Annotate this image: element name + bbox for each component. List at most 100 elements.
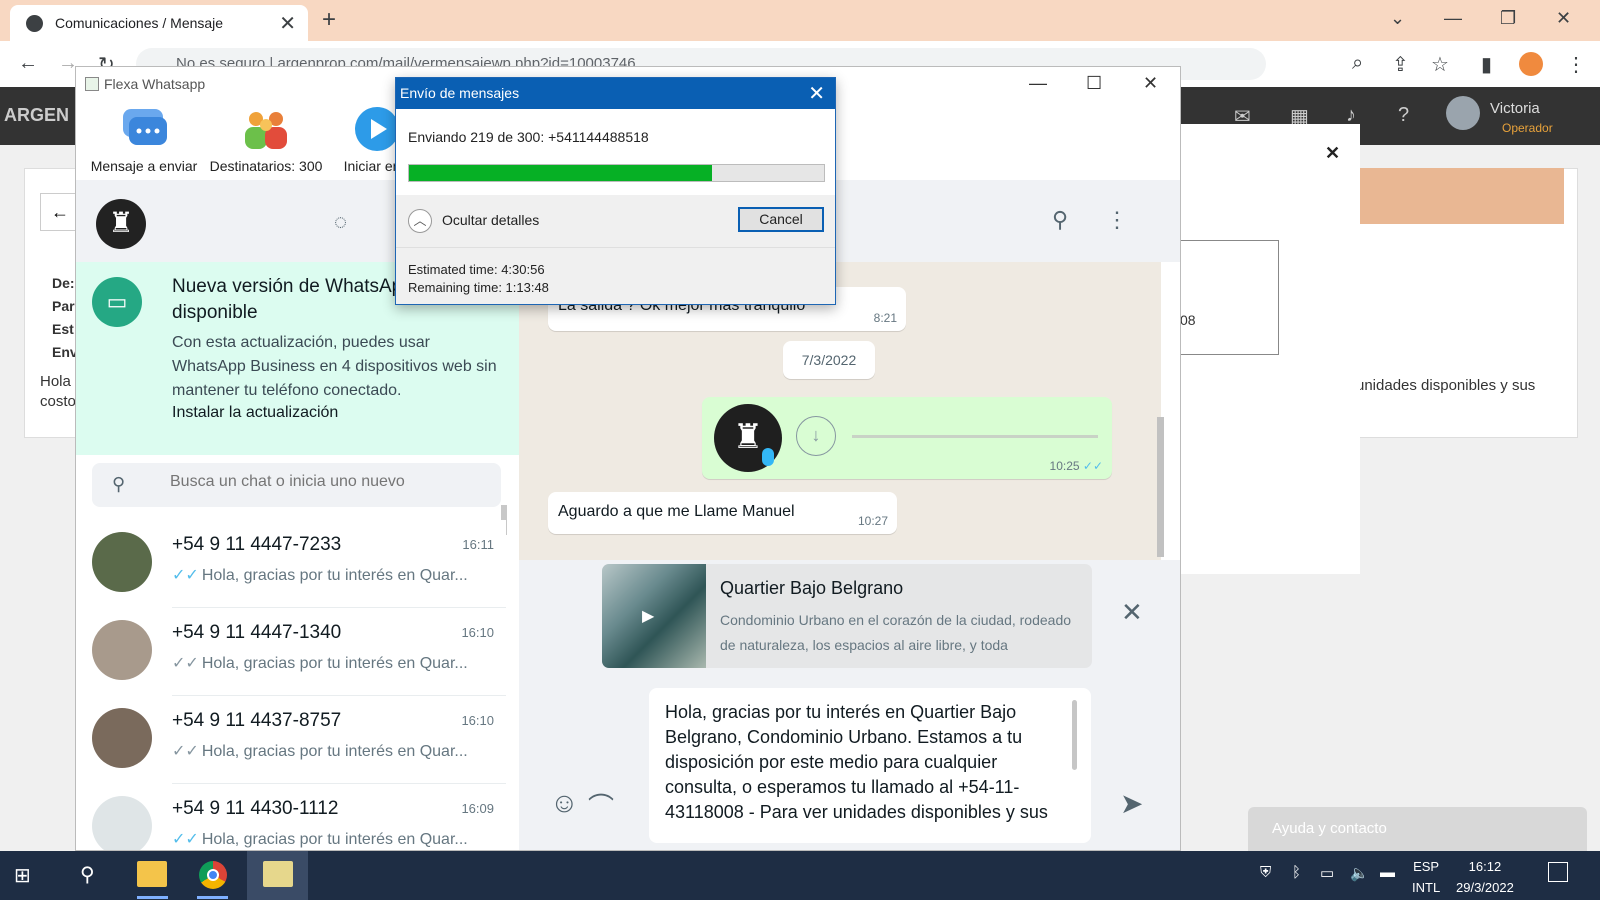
profile-avatar[interactable]: ♜ <box>96 199 146 249</box>
search-input[interactable] <box>170 473 490 491</box>
install-update-link[interactable]: Instalar la actualización <box>172 404 338 422</box>
system-clock[interactable]: 16:12 29/3/2022 <box>1456 856 1514 898</box>
tab-title: Comunicaciones / Mensaje <box>55 15 224 31</box>
details-row: ︿ Ocultar detalles Cancel <box>396 195 835 248</box>
user-role: Operador <box>1502 121 1553 135</box>
remaining-time: Remaining time: 1:13:48 <box>408 280 549 295</box>
estimated-time: Estimated time: 4:30:56 <box>408 262 545 277</box>
flexa-title: Flexa Whatsapp <box>104 76 206 92</box>
link-preview[interactable]: ▶ Quartier Bajo Belgrano Condominio Urba… <box>602 564 1092 668</box>
contact-avatar <box>92 796 152 850</box>
chat-bubbles-icon <box>123 109 167 145</box>
restore-button[interactable]: ❐ <box>1500 8 1516 29</box>
share-icon[interactable]: ⇪ <box>1392 52 1409 77</box>
message-text-partial: unidades disponibles y sus <box>1356 377 1536 394</box>
network-icon[interactable]: ▭ <box>1320 864 1334 882</box>
star-icon[interactable]: ☆ <box>1431 52 1449 77</box>
maximize-button[interactable]: ☐ <box>1086 73 1102 94</box>
emoji-icon[interactable]: ☺ <box>550 787 579 819</box>
preview-title: Quartier Bajo Belgrano <box>720 578 904 598</box>
minimize-button[interactable]: — <box>1029 73 1047 94</box>
security-shield-icon[interactable]: ⛨ <box>1260 864 1271 881</box>
modal-close-icon[interactable]: ✕ <box>1325 143 1340 164</box>
message-bubble: Aguardo a que me Llame Manuel 10:27 <box>548 492 897 534</box>
send-icon[interactable]: ➤ <box>1120 787 1143 820</box>
zoom-icon[interactable]: ⌕ <box>1352 52 1363 75</box>
close-icon[interactable]: ✕ <box>808 81 825 106</box>
notification-center-icon[interactable] <box>1548 862 1568 882</box>
hide-details-label[interactable]: Ocultar detalles <box>442 212 539 228</box>
chat-time: 16:10 <box>461 625 494 640</box>
field-label: Env <box>52 344 78 360</box>
user-name[interactable]: Victoria <box>1490 100 1540 117</box>
webapp-logo: ARGEN <box>4 105 70 125</box>
back-button[interactable]: ← <box>40 193 80 231</box>
input-language[interactable]: ESP INTL <box>1412 856 1440 898</box>
download-icon[interactable]: ↓ <box>796 416 836 456</box>
tab-close-icon[interactable]: ✕ <box>279 11 296 36</box>
cancel-button[interactable]: Cancel <box>738 207 824 232</box>
dialog-title: Envío de mensajes <box>400 85 520 101</box>
chevron-up-icon[interactable]: ︿ <box>408 209 432 233</box>
chat-preview: ✓✓ Hola, gracias por tu interés en Quar..… <box>172 743 468 760</box>
chat-row[interactable]: +54 9 11 4447-7233 16:11 ✓✓ Hola, gracias p… <box>76 520 506 608</box>
people-icon <box>245 112 287 149</box>
contact-name: +54 9 11 4437-8757 <box>172 710 342 731</box>
side-panel-icon[interactable]: ▮ <box>1481 52 1492 77</box>
search-icon: ⚲ <box>112 474 126 494</box>
close-window-button[interactable]: ✕ <box>1556 8 1571 29</box>
help-contact-bar[interactable]: Ayuda y contacto <box>1248 807 1587 851</box>
search-box[interactable]: ⚲ <box>92 463 501 507</box>
message-input[interactable]: Hola, gracias por tu interés en Quartier… <box>649 688 1091 843</box>
clock-date: 29/3/2022 <box>1456 880 1514 895</box>
close-preview-icon[interactable]: ✕ <box>1121 597 1143 628</box>
kebab-menu-icon[interactable]: ⋮ <box>1566 52 1586 77</box>
chrome-icon-center <box>207 869 219 881</box>
message-time: 8:21 <box>873 311 897 325</box>
help-label: Ayuda y contacto <box>1272 820 1387 837</box>
search-icon[interactable]: ⚲ <box>80 862 95 887</box>
chat-row[interactable]: +54 9 11 4437-8757 16:10 ✓✓ Hola, gracias p… <box>76 696 506 784</box>
attach-icon[interactable]: ⌒ <box>588 787 614 824</box>
minimize-button[interactable]: — <box>1444 8 1462 29</box>
running-indicator <box>197 896 228 899</box>
windows-start-icon[interactable]: ⊞ <box>14 863 31 888</box>
lang-layout: INTL <box>1412 880 1441 895</box>
volume-icon[interactable]: 🔈 <box>1350 864 1369 882</box>
message-to-send-button[interactable]: Mensaje a enviar <box>80 107 208 174</box>
user-avatar[interactable] <box>1446 96 1480 130</box>
back-arrow-icon[interactable]: ← <box>18 52 38 75</box>
message-input-text[interactable]: Hola, gracias por tu interés en Quartier… <box>665 700 1069 825</box>
double-check-icon: ✓✓ <box>172 567 199 584</box>
new-tab-button[interactable]: + <box>322 6 336 34</box>
contact-name: +54 9 11 4447-7233 <box>172 534 342 555</box>
message-text: Aguardo a que me Llame Manuel <box>558 503 795 520</box>
file-explorer-icon[interactable] <box>137 861 167 887</box>
input-scrollbar[interactable] <box>1072 700 1077 770</box>
profile-avatar[interactable] <box>1519 52 1543 76</box>
voice-message: ♜ ↓ 10:25 ✓✓ <box>702 397 1112 479</box>
search-icon[interactable]: ⚲ <box>1052 207 1068 233</box>
chat-row[interactable]: +54 9 11 4430-1112 16:09 ✓✓ Hola, gracias p… <box>76 784 506 850</box>
dialog-body: Enviando 219 de 300: +541144488518 <box>396 109 835 195</box>
conversation-scrollbar[interactable] <box>1157 417 1164 557</box>
double-check-icon: ✓✓ <box>172 655 199 672</box>
audio-track[interactable] <box>852 435 1098 438</box>
help-icon[interactable]: ? <box>1398 104 1409 127</box>
menu-icon[interactable]: ⋮ <box>1106 207 1128 233</box>
chevron-down-icon[interactable]: ⌄ <box>1390 8 1405 29</box>
chat-row[interactable]: +54 9 11 4447-1340 16:10 ✓✓ Hola, gracias p… <box>76 608 506 696</box>
time-estimates: Estimated time: 4:30:56 Remaining time: … <box>408 261 549 297</box>
globe-icon <box>26 15 43 32</box>
contact-avatar <box>92 532 152 592</box>
date-chip: 7/3/2022 <box>783 341 875 379</box>
message-time: 10:27 <box>857 514 888 528</box>
recipients-button[interactable]: Destinatarios: 300 <box>202 107 330 174</box>
status-icon[interactable]: ◌ <box>334 209 347 235</box>
chat-time: 16:10 <box>461 713 494 728</box>
bluetooth-icon[interactable]: ᛒ <box>1292 864 1301 881</box>
browser-tab[interactable]: Comunicaciones / Mensaje ✕ <box>10 5 308 41</box>
contact-avatar <box>92 620 152 680</box>
close-button[interactable]: ✕ <box>1143 73 1158 94</box>
battery-icon[interactable]: ▬ <box>1380 864 1395 881</box>
